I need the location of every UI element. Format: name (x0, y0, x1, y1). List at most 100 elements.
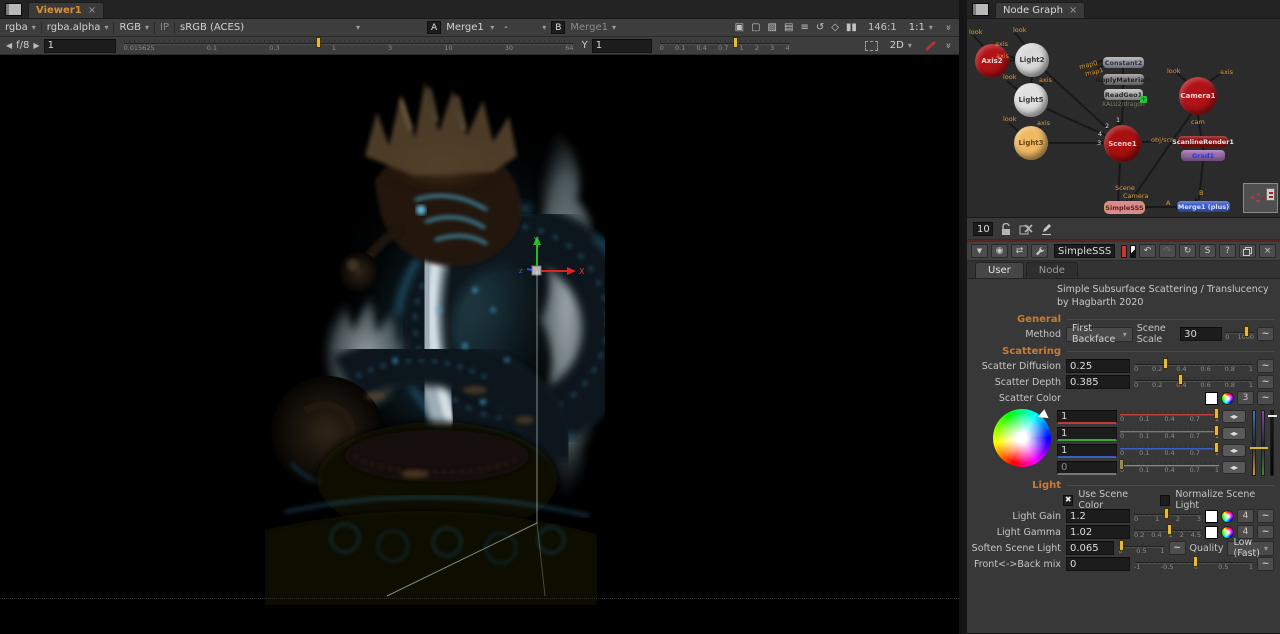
gamma-toggle-icon[interactable]: ▢ (751, 22, 760, 33)
nudge-arrows-button[interactable]: ◂▸ (1222, 410, 1246, 423)
center-node-icon[interactable]: ◉ (991, 244, 1008, 258)
close-panel-icon[interactable]: × (1259, 244, 1276, 258)
node-constant2[interactable]: Constant2 (1103, 57, 1144, 68)
soften-scene-light-input[interactable]: 0.065 (1066, 541, 1114, 555)
tab-viewer1[interactable]: Viewer1 × (28, 2, 104, 18)
icon-color-swatch[interactable] (1130, 245, 1136, 258)
input-b-dropdown[interactable]: Merge1▾ (565, 20, 621, 35)
node-grade1[interactable]: Grad1 (1181, 150, 1225, 161)
help-button[interactable]: ? (1219, 244, 1236, 258)
view-mode-dropdown[interactable]: 2D▾ (885, 38, 917, 53)
light-gamma-slider[interactable]: 0.20.4124.5 (1134, 525, 1201, 540)
viewer-colorspace-dropdown[interactable]: sRGB (ACES)▾ (175, 20, 365, 35)
pencil-icon[interactable] (1040, 223, 1053, 236)
minimize-panel-icon[interactable]: ▼ (971, 244, 988, 258)
intensity-slider[interactable] (1270, 410, 1274, 476)
undo-icon[interactable]: ↶ (1139, 244, 1156, 258)
node-merge1[interactable]: Merge1 (plus) (1177, 201, 1230, 212)
float-panel-icon[interactable] (1239, 244, 1256, 258)
temperature-slider[interactable] (1252, 410, 1256, 476)
curve-button[interactable]: ~ (1257, 391, 1274, 405)
redo-icon[interactable]: ↷ (1159, 244, 1176, 258)
curve-button[interactable]: ~ (1257, 375, 1274, 389)
gain-input[interactable]: 1 (44, 39, 116, 53)
collapse-toolbar-icon[interactable]: » (942, 24, 953, 30)
use-scene-color-checkbox[interactable]: ✖ (1063, 495, 1073, 506)
viewer-canvas[interactable]: Y X z (0, 55, 959, 634)
collapse-toolbar-icon[interactable]: » (942, 42, 953, 48)
input-a-dropdown[interactable]: Merge1▾ (441, 20, 499, 35)
magenta-slider[interactable] (1261, 410, 1265, 476)
color-wheel-button[interactable] (1221, 392, 1234, 405)
close-icon[interactable]: × (1069, 5, 1077, 16)
close-icon[interactable]: × (88, 5, 96, 16)
tab-user[interactable]: User (975, 262, 1024, 278)
blue-input[interactable]: 1 (1057, 444, 1117, 458)
scene-scale-input[interactable]: 30 (1180, 327, 1222, 341)
prev-fstop-icon[interactable]: ◀ (6, 41, 12, 50)
node-scanlinerender1[interactable]: ScanlineRender1 (1178, 136, 1228, 147)
alpha-slider[interactable]: 00.10.40.71 (1120, 460, 1219, 475)
node-light5[interactable]: Light5 (1014, 83, 1048, 117)
roi-icon[interactable]: ◇ (831, 22, 839, 33)
scene-scale-slider[interactable]: 01000 (1225, 327, 1254, 342)
lock-icon[interactable] (1000, 223, 1012, 236)
gamma-input[interactable]: 1 (592, 39, 652, 53)
curve-button[interactable]: ~ (1257, 557, 1274, 571)
quality-dropdown[interactable]: Low (Fast)▾ (1227, 541, 1274, 556)
alpha-input[interactable]: 0 (1057, 461, 1117, 475)
red-slider[interactable]: 00.10.40.71 (1120, 409, 1219, 424)
graph-minimap[interactable] (1243, 183, 1278, 213)
color-swatch-button[interactable] (1205, 526, 1218, 539)
gain-toggle-icon[interactable]: ▣ (735, 22, 744, 33)
node-light3[interactable]: Light3 (1014, 126, 1048, 160)
gain-slider[interactable]: 0.0156250.10.313103064 (124, 38, 574, 53)
checkerboard-icon[interactable]: ▨ (768, 22, 777, 33)
curve-button[interactable]: ~ (1257, 509, 1274, 523)
node-readgeo1[interactable]: ReadGeo1 + (1104, 89, 1143, 100)
method-dropdown[interactable]: First Backface▾ (1066, 327, 1133, 342)
script-button[interactable]: S (1199, 244, 1216, 258)
node-camera1[interactable]: Camera1 (1179, 77, 1217, 115)
color-swatch-button[interactable] (1205, 392, 1218, 405)
proxy-dropdown[interactable]: 1:1▾ (904, 20, 938, 35)
red-input[interactable]: 1 (1057, 410, 1117, 424)
green-slider[interactable]: 00.10.40.71 (1120, 426, 1219, 441)
curve-button[interactable]: ~ (1169, 541, 1186, 555)
pause-icon[interactable]: ▮▮ (846, 22, 857, 33)
io-arrows-icon[interactable]: ⇄ (1011, 244, 1028, 258)
tab-node-graph[interactable]: Node Graph × (995, 2, 1085, 18)
hue-wheel[interactable] (993, 409, 1051, 467)
overlay-menu-icon[interactable]: ≡ (800, 22, 808, 33)
refresh-icon[interactable]: ↺ (816, 22, 824, 33)
nudge-arrows-button[interactable]: ◂▸ (1222, 444, 1246, 457)
front-back-mix-slider[interactable]: -1-0.500.51 (1134, 557, 1253, 572)
channel-count-button[interactable]: 4 (1237, 509, 1254, 523)
soften-scene-light-slider[interactable]: 00.51 (1118, 541, 1164, 556)
scatter-diffusion-slider[interactable]: 00.20.40.60.81 (1134, 359, 1253, 374)
scatter-depth-slider[interactable]: 00.20.40.60.81 (1134, 375, 1253, 390)
scatter-diffusion-input[interactable]: 0.25 (1066, 359, 1130, 373)
nudge-arrows-button[interactable]: ◂▸ (1222, 461, 1246, 474)
pane-layout-icon[interactable] (5, 3, 22, 16)
color-wheel-button[interactable] (1221, 526, 1234, 539)
tab-node[interactable]: Node (1026, 262, 1078, 278)
light-gain-slider[interactable]: 0123 (1134, 509, 1201, 524)
color-swatch-button[interactable] (1205, 510, 1218, 523)
light-gamma-input[interactable]: 1.02 (1066, 525, 1130, 539)
clear-panels-icon[interactable] (1019, 223, 1033, 235)
node-light2[interactable]: Light2 (1015, 43, 1049, 77)
channels-dropdown[interactable]: rgba▾ (0, 20, 41, 35)
annotation-pen-icon[interactable] (924, 40, 938, 52)
node-simplesss[interactable]: SimpleSSS (1105, 202, 1144, 213)
green-input[interactable]: 1 (1057, 427, 1117, 441)
pane-layout-icon[interactable] (972, 3, 989, 16)
node-scene1[interactable]: Scene1 (1104, 125, 1141, 162)
max-panels-input[interactable]: 10 (973, 222, 993, 236)
next-fstop-icon[interactable]: ▶ (33, 41, 39, 50)
gamma-slider[interactable]: 00.10.40.71234 (660, 38, 790, 53)
display-channel-dropdown[interactable]: RGB▾ (114, 20, 154, 35)
curve-button[interactable]: ~ (1257, 327, 1274, 341)
input-process-button[interactable]: IP (155, 20, 174, 35)
normalize-scene-light-checkbox[interactable] (1160, 495, 1170, 506)
